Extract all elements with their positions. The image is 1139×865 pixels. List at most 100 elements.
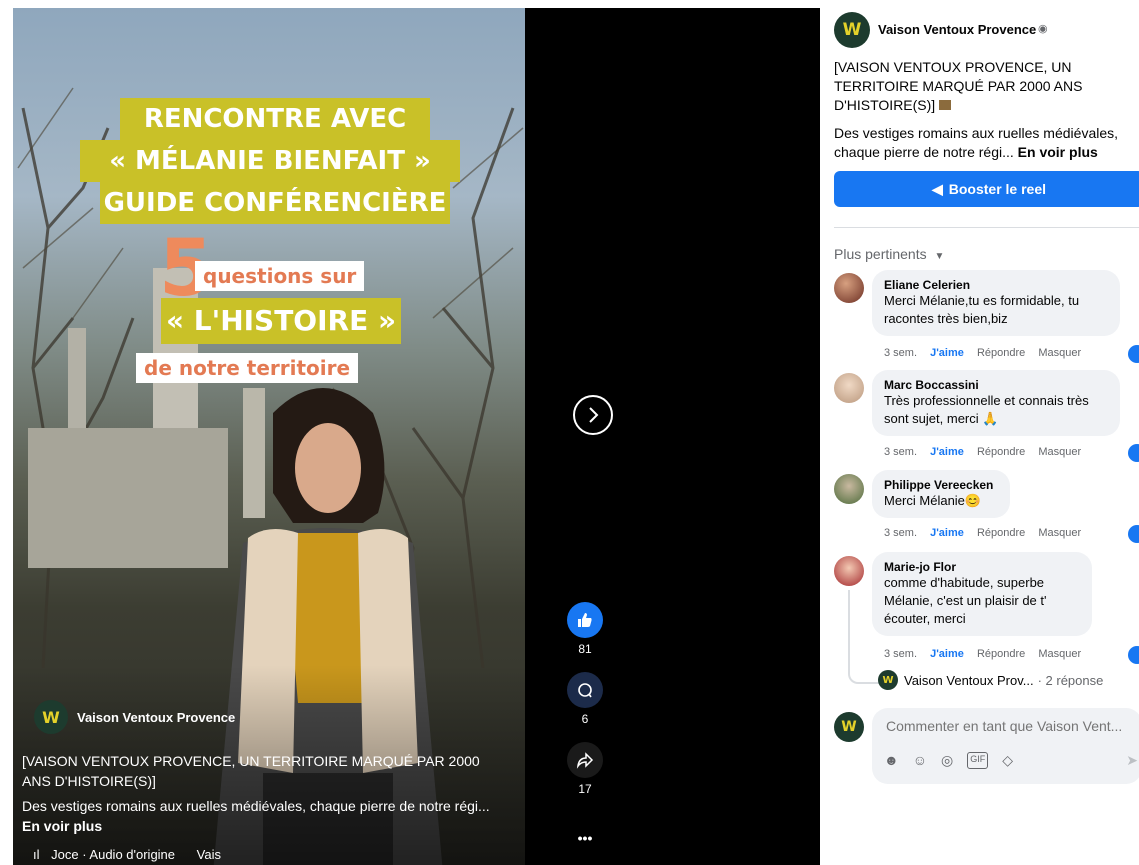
- audio-tail: Vais: [196, 847, 221, 862]
- comment-composer[interactable]: ☻ ☺ ◎ GIF ◇ ➤: [872, 708, 1139, 784]
- scroll-emoji-icon: [939, 100, 952, 110]
- subtitle-territoire: de notre territoire: [136, 353, 359, 383]
- comment-actions: 3 sem. J'aime Répondre Masquer: [884, 527, 1091, 539]
- view-replies-link[interactable]: W Vaison Ventoux Prov... · 2 réponse: [878, 670, 1103, 690]
- globe-icon: ◉: [1038, 23, 1048, 35]
- megaphone-icon: ◀: [931, 180, 943, 197]
- video-caption-body: Des vestiges romains aux ruelles médiéva…: [22, 798, 490, 814]
- comment-like-link[interactable]: J'aime: [930, 527, 964, 539]
- like-count: 81: [578, 642, 592, 656]
- title-line-2: « MÉLANIE BIENFAIT »: [80, 140, 460, 182]
- comment-reply-link[interactable]: Répondre: [977, 648, 1025, 660]
- comment-bubble: Philippe Vereecken Merci Mélanie😊: [872, 470, 1010, 518]
- page-logo-icon[interactable]: W: [34, 700, 68, 734]
- comment-actions: 3 sem. J'aime Répondre Masquer: [884, 347, 1091, 359]
- reel-video[interactable]: RENCONTRE AVEC « MÉLANIE BIENFAIT » GUID…: [13, 8, 525, 865]
- thumbs-up-icon: [567, 602, 603, 638]
- comment-like-link[interactable]: J'aime: [930, 446, 964, 458]
- comment-like-link[interactable]: J'aime: [930, 347, 964, 359]
- like-reaction-icon: [1128, 345, 1139, 363]
- comment-bubble: Marie-jo Flor comme d'habitude, superbe …: [872, 552, 1092, 636]
- composer-avatar[interactable]: W: [834, 712, 864, 742]
- share-icon: [567, 742, 603, 778]
- comment-input[interactable]: [884, 714, 1138, 738]
- post-page-name[interactable]: Vaison Ventoux Provence: [878, 22, 1036, 37]
- chevron-right-icon: [589, 407, 599, 423]
- video-page-name[interactable]: Vaison Ventoux Provence: [77, 710, 235, 725]
- composer-tools: ☻ ☺ ◎ GIF ◇: [884, 752, 1013, 769]
- comment-icon: [567, 672, 603, 708]
- caret-down-icon: ▼: [934, 251, 945, 262]
- reply-thread-line: [848, 590, 880, 684]
- emoji-icon[interactable]: ☺: [913, 752, 927, 769]
- avatar[interactable]: [834, 556, 864, 586]
- like-reaction-icon: [1128, 646, 1139, 664]
- title-line-3: GUIDE CONFÉRENCIÈRE: [100, 182, 450, 224]
- comment-like-link[interactable]: J'aime: [930, 648, 964, 660]
- like-reaction-icon: [1128, 444, 1139, 462]
- video-backdrop: [525, 8, 820, 865]
- comment-text: Très professionnelle et connais très son…: [884, 393, 1089, 426]
- share-action[interactable]: 17: [565, 742, 605, 796]
- like-reaction-icon: [1128, 525, 1139, 543]
- comment-text: Merci Mélanie😊: [884, 493, 982, 508]
- comment-time[interactable]: 3 sem.: [884, 527, 917, 539]
- subtitle-histoire: « L'HISTOIRE »: [161, 298, 401, 344]
- comment-reply-link[interactable]: Répondre: [977, 527, 1025, 539]
- divider: [834, 227, 1139, 228]
- comment-bubble: Eliane Celerien Merci Mélanie,tu es form…: [872, 270, 1120, 336]
- subtitle-questions: questions sur: [195, 261, 365, 291]
- comment-author[interactable]: Marc Boccassini: [884, 378, 1108, 392]
- ruin-wall: [28, 428, 228, 568]
- avatar[interactable]: [834, 474, 864, 504]
- reply-count: · 2 réponse: [1037, 672, 1104, 688]
- audio-wave-icon: ıl: [33, 847, 40, 862]
- comment-hide-link[interactable]: Masquer: [1038, 347, 1081, 359]
- audio-row[interactable]: ıl Joce · Audio d'origine Vais: [33, 847, 221, 862]
- avatar-sticker-icon[interactable]: ☻: [884, 752, 899, 769]
- video-caption-text: Des vestiges romains aux ruelles médiéva…: [22, 796, 502, 836]
- reply-page-avatar: W: [878, 670, 898, 690]
- avatar[interactable]: [834, 273, 864, 303]
- comment-hide-link[interactable]: Masquer: [1038, 446, 1081, 458]
- comment-time[interactable]: 3 sem.: [884, 446, 917, 458]
- sort-dropdown[interactable]: Plus pertinents ▼: [834, 246, 944, 262]
- reply-page-name: Vaison Ventoux Prov...: [904, 672, 1034, 688]
- more-options-button[interactable]: •••: [565, 830, 605, 846]
- next-reel-button[interactable]: [573, 395, 613, 435]
- boost-reel-button[interactable]: ◀ Booster le reel: [834, 171, 1139, 207]
- comment-action[interactable]: 6: [565, 672, 605, 726]
- video-area: RENCONTRE AVEC « MÉLANIE BIENFAIT » GUID…: [0, 0, 820, 865]
- comment-author[interactable]: Philippe Vereecken: [884, 478, 998, 492]
- sticker-icon[interactable]: ◇: [1002, 752, 1013, 769]
- share-count: 17: [578, 782, 592, 796]
- gif-icon[interactable]: GIF: [967, 752, 989, 769]
- comment-hide-link[interactable]: Masquer: [1038, 527, 1081, 539]
- like-action[interactable]: 81: [565, 602, 605, 656]
- audio-label: Joce · Audio d'origine: [51, 847, 176, 862]
- sort-label: Plus pertinents: [834, 246, 927, 262]
- comment-hide-link[interactable]: Masquer: [1038, 648, 1081, 660]
- comment-time[interactable]: 3 sem.: [884, 347, 917, 359]
- post-panel: W Vaison Ventoux Provence ◉ [VAISON VENT…: [820, 0, 1139, 865]
- comment-actions: 3 sem. J'aime Répondre Masquer: [884, 648, 1091, 660]
- post-title: [VAISON VENTOUX PROVENCE, UN TERRITOIRE …: [834, 58, 1124, 115]
- send-icon[interactable]: ➤: [1126, 752, 1138, 769]
- comment-count: 6: [581, 712, 589, 726]
- comment-reply-link[interactable]: Répondre: [977, 347, 1025, 359]
- comment-reply-link[interactable]: Répondre: [977, 446, 1025, 458]
- comment-text: Merci Mélanie,tu es formidable, tu racon…: [884, 293, 1080, 326]
- comment-bubble: Marc Boccassini Très professionnelle et …: [872, 370, 1120, 436]
- post-body: Des vestiges romains aux ruelles médiéva…: [834, 124, 1139, 162]
- avatar[interactable]: [834, 373, 864, 403]
- comment-actions: 3 sem. J'aime Répondre Masquer: [884, 446, 1091, 458]
- boost-label: Booster le reel: [948, 181, 1047, 197]
- camera-icon[interactable]: ◎: [941, 752, 953, 769]
- comment-time[interactable]: 3 sem.: [884, 648, 917, 660]
- video-see-more-link[interactable]: En voir plus: [22, 818, 102, 834]
- comment-author[interactable]: Marie-jo Flor: [884, 560, 1080, 574]
- video-caption-title: [VAISON VENTOUX PROVENCE, UN TERRITOIRE …: [22, 753, 480, 789]
- post-see-more-link[interactable]: En voir plus: [1018, 144, 1098, 160]
- page-avatar[interactable]: W: [834, 12, 870, 48]
- comment-author[interactable]: Eliane Celerien: [884, 278, 1108, 292]
